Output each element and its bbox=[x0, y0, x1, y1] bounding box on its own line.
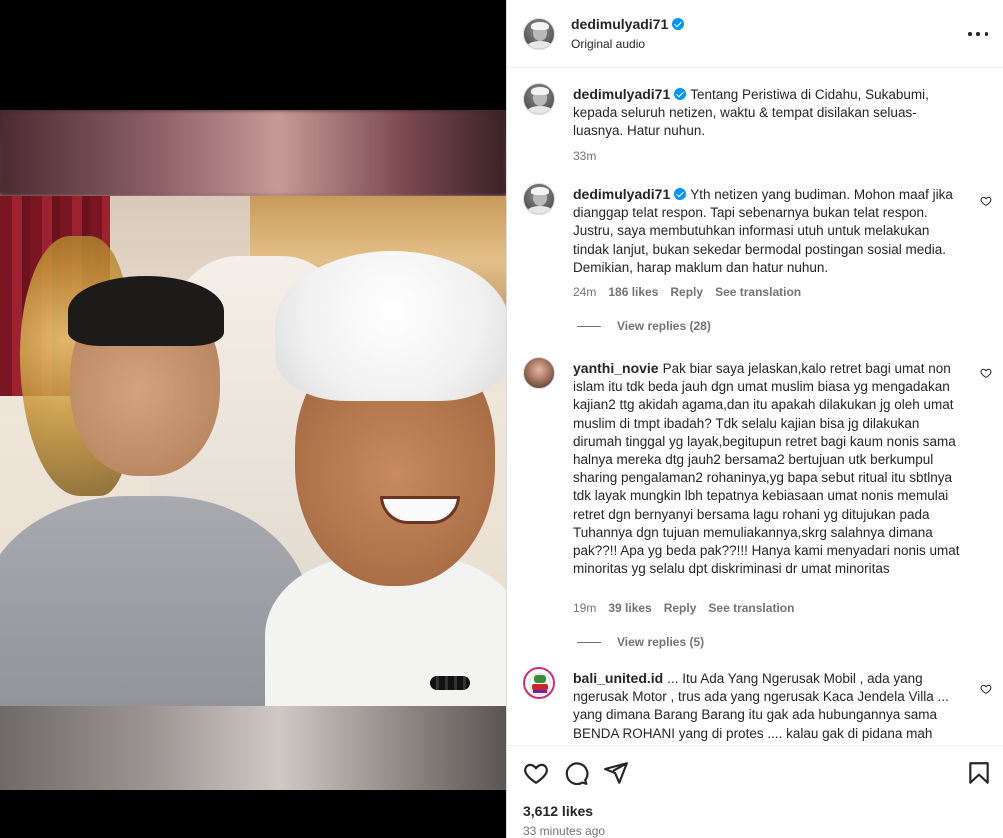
like-comment-heart-icon[interactable] bbox=[980, 683, 992, 695]
author-avatar[interactable] bbox=[523, 18, 555, 50]
share-icon[interactable] bbox=[603, 760, 629, 786]
comment-likes[interactable]: 186 likes bbox=[608, 285, 658, 299]
commenter-username[interactable]: dedimulyadi71 bbox=[573, 86, 670, 102]
replies-divider bbox=[577, 641, 601, 643]
like-comment-heart-icon[interactable] bbox=[980, 195, 992, 207]
person-right-headband bbox=[275, 251, 506, 401]
comment-icon[interactable] bbox=[563, 760, 589, 786]
comment-item: dedimulyadi71 Yth netizen yang budiman. M… bbox=[507, 183, 1003, 333]
video-blur-top bbox=[0, 110, 506, 196]
view-replies-label: View replies (28) bbox=[617, 319, 711, 333]
comment-body: dedimulyadi71 Yth netizen yang budiman. M… bbox=[573, 185, 965, 277]
post-likes-count[interactable]: 3,612 likes bbox=[523, 803, 593, 819]
author-name-line: dedimulyadi71 bbox=[571, 16, 685, 32]
commenter-avatar[interactable] bbox=[523, 183, 555, 215]
comment-meta: 24m 186 likes Reply See translation bbox=[573, 285, 801, 299]
video-frame[interactable] bbox=[0, 110, 506, 790]
commenter-username[interactable]: bali_united.id bbox=[573, 670, 663, 686]
commenter-avatar[interactable] bbox=[523, 83, 555, 115]
post-timestamp[interactable]: 33 minutes ago bbox=[523, 824, 605, 838]
comment-meta: 19m 39 likes Reply See translation bbox=[573, 601, 794, 615]
commenter-username[interactable]: dedimulyadi71 bbox=[573, 186, 670, 202]
view-replies-button[interactable]: View replies (5) bbox=[577, 635, 704, 649]
bookmark-icon[interactable] bbox=[966, 760, 992, 786]
post-media[interactable] bbox=[0, 0, 506, 838]
view-replies-button[interactable]: View replies (28) bbox=[577, 319, 711, 333]
reply-button[interactable]: Reply bbox=[664, 601, 697, 615]
see-translation-button[interactable]: See translation bbox=[715, 285, 801, 299]
comment-body: dedimulyadi71 Tentang Peristiwa di Cidahu… bbox=[573, 85, 965, 141]
comment-time[interactable]: 24m bbox=[573, 285, 596, 299]
comment-meta: 33m bbox=[573, 149, 596, 163]
comment-likes[interactable]: 39 likes bbox=[608, 601, 651, 615]
video-scene bbox=[0, 196, 506, 706]
post-header: dedimulyadi71 Original audio bbox=[507, 0, 1003, 68]
comment-item: bali_united.id... Itu Ada Yang Ngerusak … bbox=[507, 667, 1003, 745]
comment-item: yanthi_novie Pak biar saya jelaskan,kalo … bbox=[507, 357, 1003, 655]
comment-time[interactable]: 33m bbox=[573, 149, 596, 163]
commenter-avatar[interactable] bbox=[523, 667, 555, 699]
replies-divider bbox=[577, 325, 601, 327]
person-left-hair bbox=[68, 276, 224, 346]
commenter-username[interactable]: yanthi_novie bbox=[573, 360, 659, 376]
instagram-post-view: dedimulyadi71 Original audio dedimulyadi… bbox=[0, 0, 1003, 838]
reply-button[interactable]: Reply bbox=[670, 285, 703, 299]
original-audio-link[interactable]: Original audio bbox=[571, 37, 645, 51]
comments-list[interactable]: dedimulyadi71 Tentang Peristiwa di Cidahu… bbox=[507, 69, 1003, 745]
view-replies-label: View replies (5) bbox=[617, 635, 705, 649]
video-blur-bottom bbox=[0, 706, 506, 790]
verified-badge-icon bbox=[674, 88, 687, 100]
post-side-panel: dedimulyadi71 Original audio dedimulyadi… bbox=[506, 0, 1003, 838]
heart-icon[interactable] bbox=[523, 760, 549, 786]
more-options-icon[interactable] bbox=[968, 24, 988, 44]
comment-text: Pak biar saya jelaskan,kalo retret bagi … bbox=[573, 361, 960, 577]
comment-body: yanthi_novie Pak biar saya jelaskan,kalo … bbox=[573, 359, 965, 578]
like-comment-heart-icon[interactable] bbox=[980, 367, 992, 379]
commenter-avatar[interactable] bbox=[523, 357, 555, 389]
verified-badge-icon bbox=[674, 188, 687, 200]
post-actions: 3,612 likes 33 minutes ago bbox=[507, 745, 1003, 838]
comment-time[interactable]: 19m bbox=[573, 601, 596, 615]
comment-body: bali_united.id... Itu Ada Yang Ngerusak … bbox=[573, 669, 965, 743]
verified-badge-icon bbox=[672, 18, 685, 30]
person-left-body bbox=[0, 496, 310, 706]
caption-comment: dedimulyadi71 Tentang Peristiwa di Cidahu… bbox=[507, 83, 1003, 167]
author-username[interactable]: dedimulyadi71 bbox=[571, 16, 668, 32]
bracelet bbox=[430, 676, 470, 690]
see-translation-button[interactable]: See translation bbox=[708, 601, 794, 615]
